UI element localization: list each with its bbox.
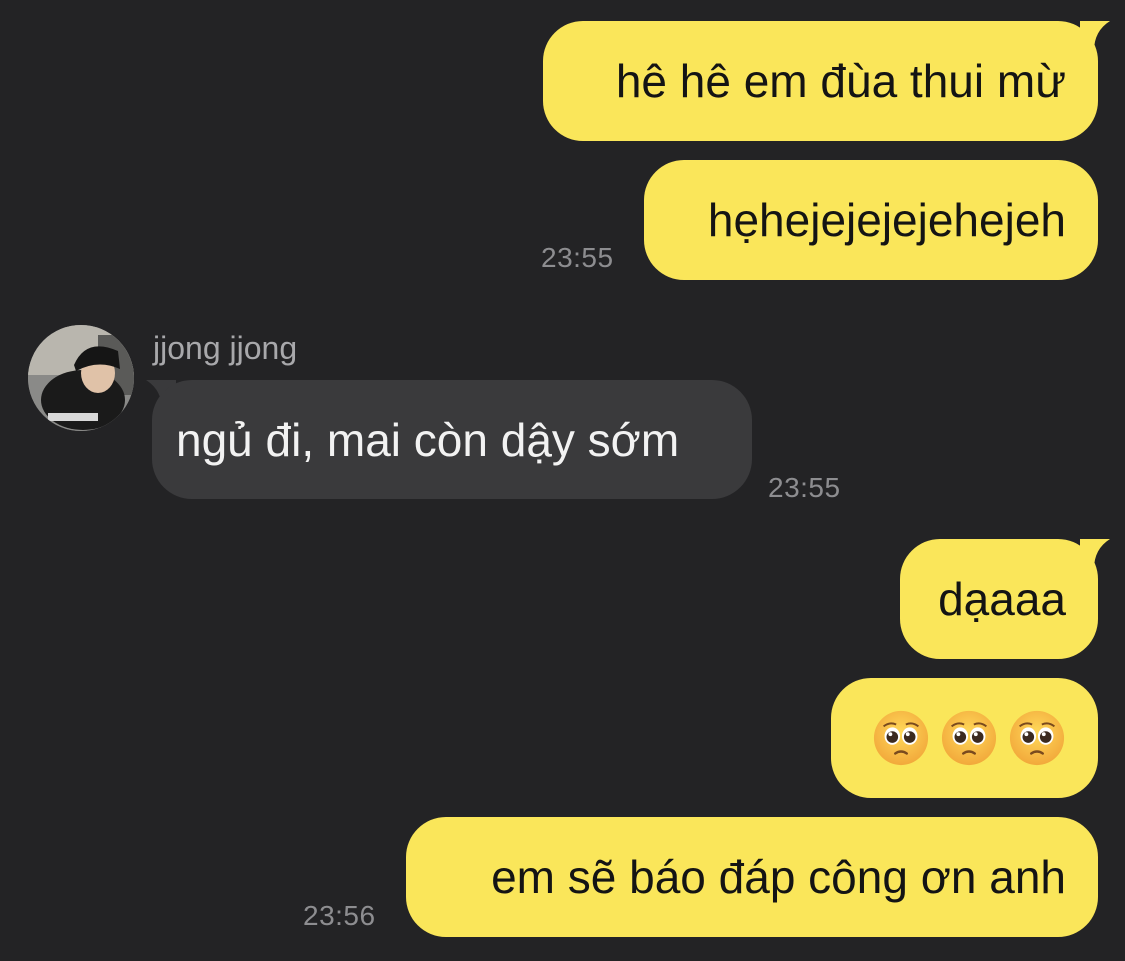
- message-text: hê hê em đùa thui mừ: [615, 55, 1066, 107]
- sender-name: jjong jjong: [153, 330, 298, 366]
- pleading-face-icon: [941, 710, 997, 766]
- message-text: ngủ đi, mai còn dậy sớm: [176, 413, 680, 466]
- emoji-row: [872, 709, 1066, 767]
- message-bubble-outgoing[interactable]: dạaaa: [900, 539, 1098, 659]
- message-bubble-outgoing[interactable]: em sẽ báo đáp công ơn anh: [406, 817, 1098, 937]
- message-bubble-outgoing[interactable]: hẹhejejejejehejeh: [644, 160, 1098, 280]
- message-timestamp: 23:55: [541, 242, 614, 273]
- bubble-tail-outgoing: [1080, 21, 1110, 51]
- message-timestamp: 23:56: [303, 900, 376, 931]
- contact-avatar[interactable]: [28, 325, 134, 431]
- message-bubble-outgoing[interactable]: [831, 678, 1098, 798]
- message-text: em sẽ báo đáp công ơn anh: [491, 851, 1066, 903]
- pleading-face-icon: [1009, 710, 1065, 766]
- message-text: dạaaa: [938, 573, 1066, 625]
- message-text: hẹhejejejejehejeh: [707, 194, 1066, 246]
- bubble-tail-outgoing: [1080, 539, 1110, 569]
- message-timestamp: 23:55: [768, 472, 841, 503]
- pleading-face-icon: [873, 710, 929, 766]
- message-bubble-incoming[interactable]: ngủ đi, mai còn dậy sớm: [152, 380, 752, 499]
- message-bubble-outgoing[interactable]: hê hê em đùa thui mừ: [543, 21, 1098, 141]
- avatar-photo: [28, 325, 134, 431]
